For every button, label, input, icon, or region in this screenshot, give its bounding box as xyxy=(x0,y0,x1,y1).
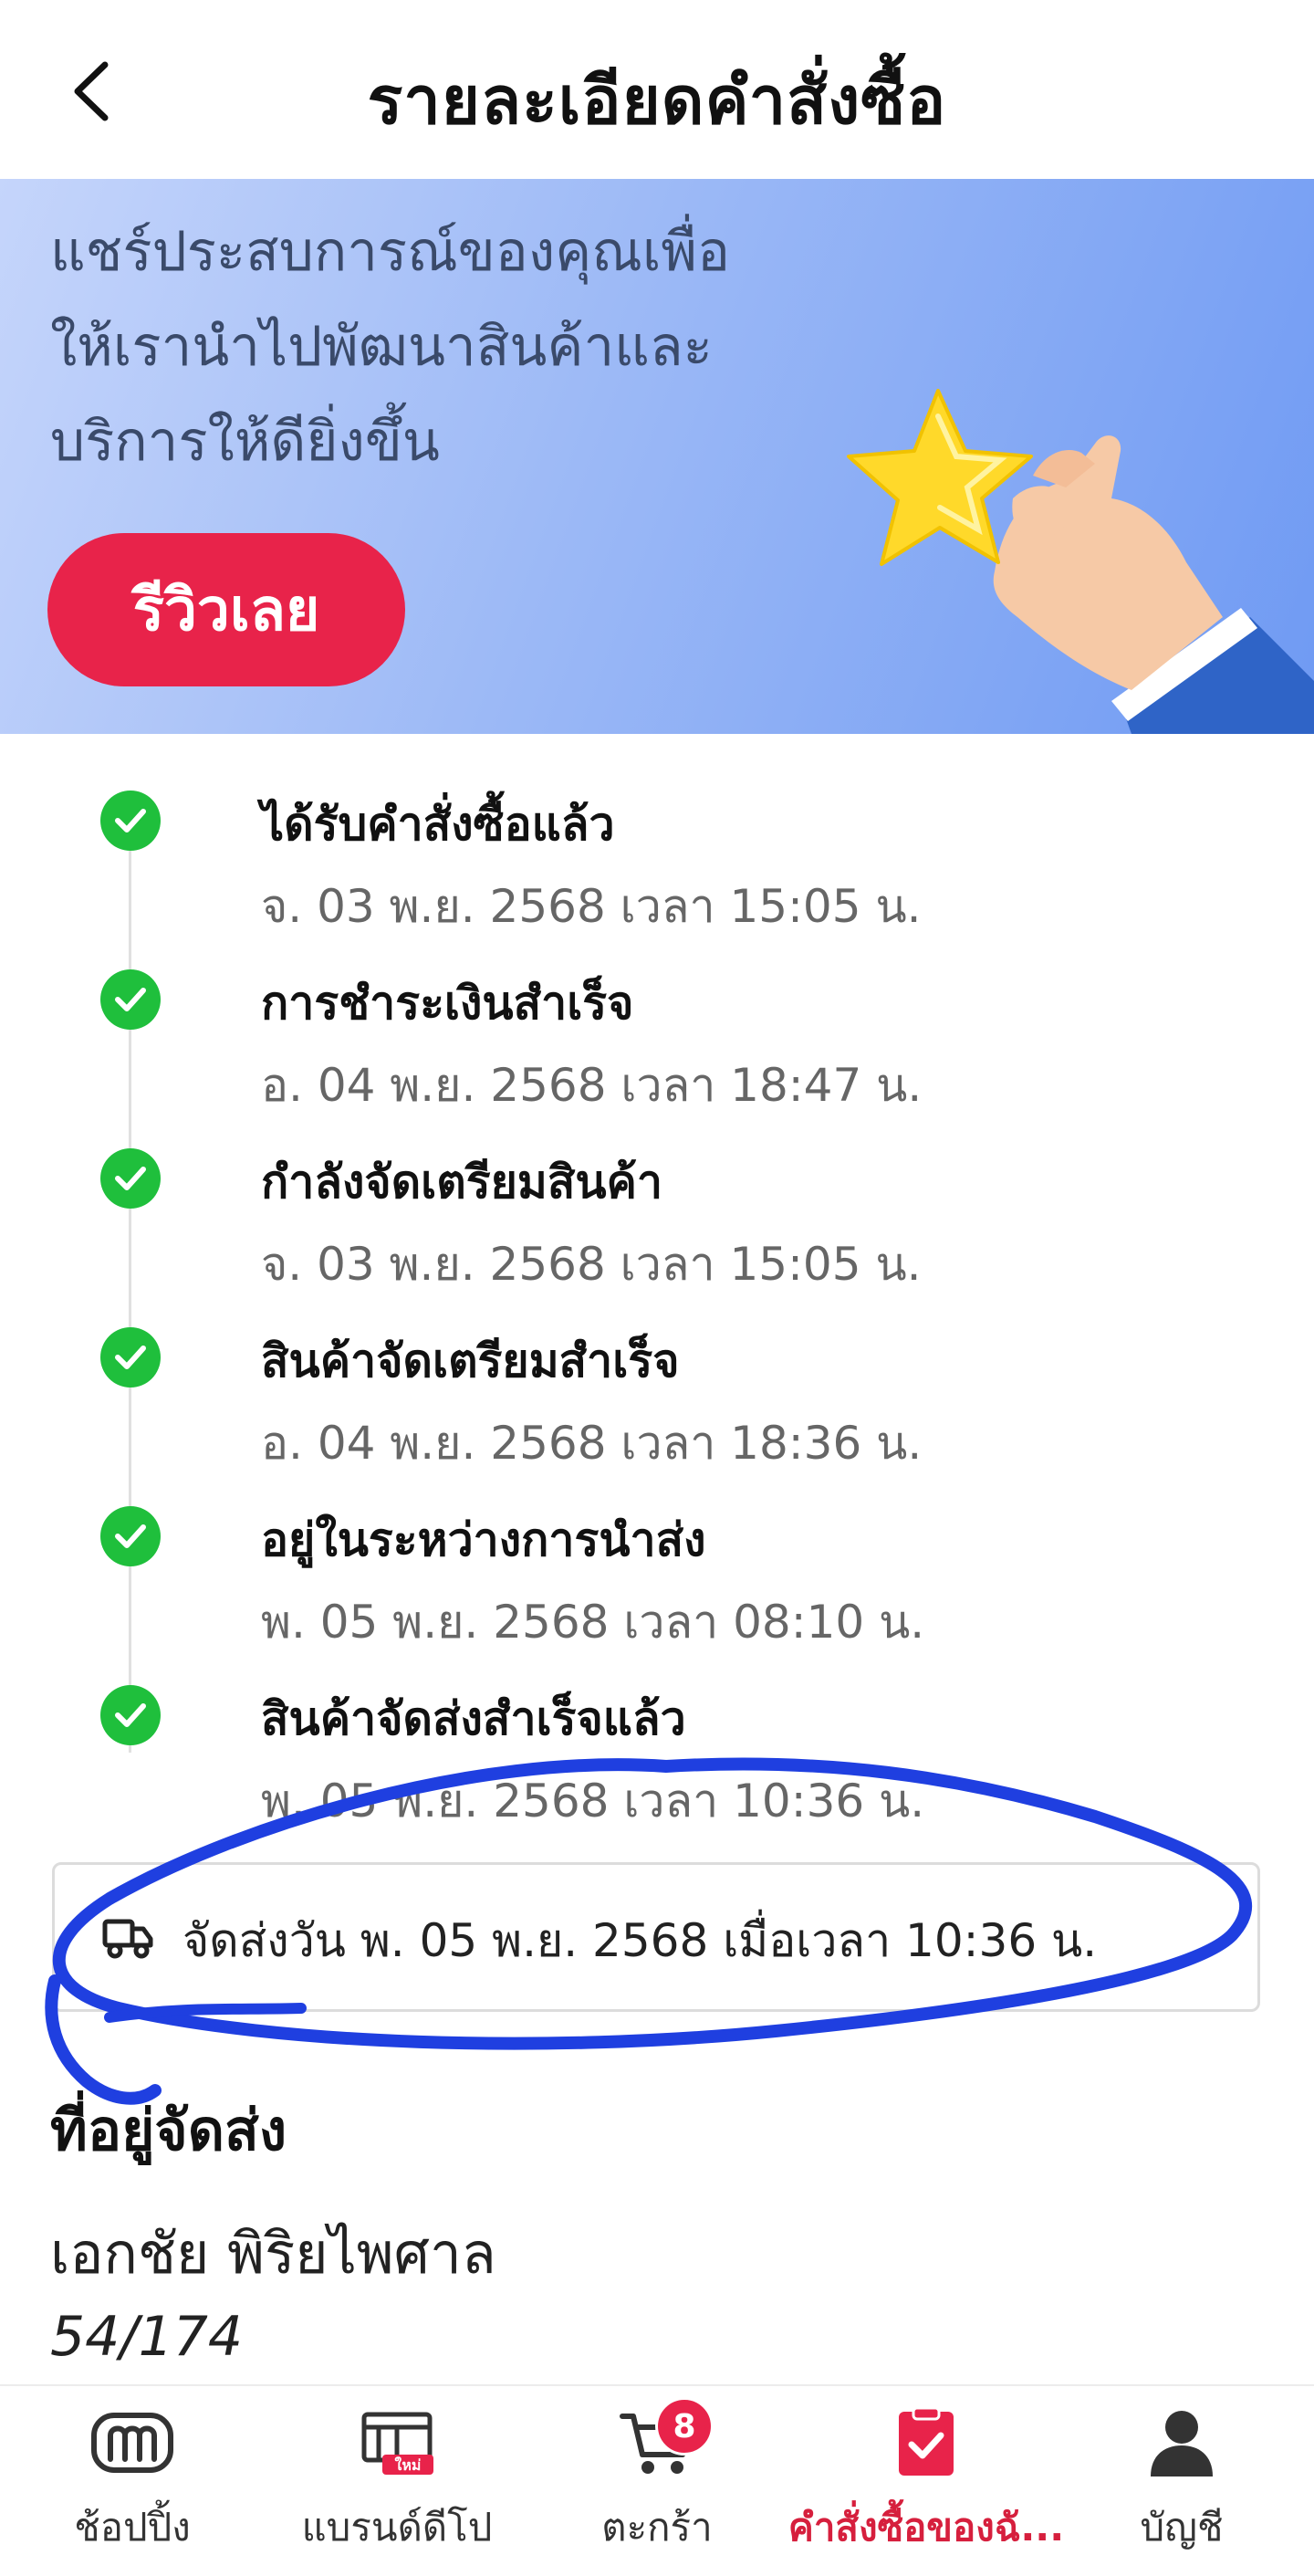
address-line: 54/174 xyxy=(50,2305,244,2369)
order-timeline: ได้รับคำสั่งซื้อแล้ว จ. 03 พ.ย. 2568 เวล… xyxy=(0,734,1314,1857)
step-title: อยู่ในระหว่างการนำส่ง xyxy=(261,1513,706,1566)
store-icon: ใหม่ xyxy=(353,2403,441,2483)
nav-brand-depot[interactable]: ใหม่ แบรนด์ดีโป xyxy=(292,2386,502,2576)
review-banner: แชร์ประสบการณ์ของคุณเพื่อ ให้เรานำไปพัฒน… xyxy=(0,179,1314,734)
nav-label: แบรนด์ดีโป xyxy=(301,2505,493,2550)
nav-account[interactable]: บัญชี xyxy=(1104,2386,1259,2576)
app-header: รายละเอียดคำสั่งซื้อ xyxy=(0,0,1314,179)
truck-icon xyxy=(102,1919,153,1959)
banner-line: บริการให้ดียิ่งขึ้น xyxy=(50,410,440,474)
timeline-step: การชำระเงินสำเร็จ อ. 04 พ.ย. 2568 เวลา 1… xyxy=(0,913,1314,1112)
nav-shopping[interactable]: ช้อปปิ้ง xyxy=(36,2386,228,2576)
nav-label: ช้อปปิ้ง xyxy=(74,2505,191,2550)
nav-label: ตะกร้า xyxy=(601,2505,713,2550)
step-title: การชำระเงินสำเร็จ xyxy=(261,977,634,1030)
step-title: สินค้าจัดเตรียมสำเร็จ xyxy=(261,1335,680,1387)
check-circle-icon xyxy=(100,1327,161,1387)
step-title: กำลังจัดเตรียมสินค้า xyxy=(261,1156,663,1209)
step-time: พ. 05 พ.ย. 2568 เวลา 10:36 น. xyxy=(261,1775,925,1827)
cart-count-badge: 8 xyxy=(655,2397,714,2456)
delivery-date-text: จัดส่งวัน พ. 05 พ.ย. 2568 เมื่อเวลา 10:3… xyxy=(182,1914,1098,1967)
check-circle-icon xyxy=(100,969,161,1030)
nav-my-orders[interactable]: คำสั่งซื้อของฉั... xyxy=(776,2386,1077,2576)
nav-label: บัญชี xyxy=(1140,2505,1224,2550)
user-icon xyxy=(1138,2403,1225,2483)
timeline-step: อยู่ในระหว่างการนำส่ง พ. 05 พ.ย. 2568 เว… xyxy=(0,1450,1314,1649)
nav-label: คำสั่งซื้อของฉั... xyxy=(787,2505,1065,2550)
nav-cart[interactable]: 8 ตะกร้า xyxy=(566,2386,748,2576)
banner-message: แชร์ประสบการณ์ของคุณเพื่อ ให้เรานำไปพัฒน… xyxy=(50,204,835,489)
page-title: รายละเอียดคำสั่งซื้อ xyxy=(367,62,947,139)
timeline-step: ได้รับคำสั่งซื้อแล้ว จ. 03 พ.ย. 2568 เวล… xyxy=(0,734,1314,933)
address-heading: ที่อยู่จัดส่ง xyxy=(50,2097,287,2163)
new-tag: ใหม่ xyxy=(395,2456,422,2474)
timeline-step: กำลังจัดเตรียมสินค้า จ. 03 พ.ย. 2568 เวล… xyxy=(0,1092,1314,1291)
delivery-info-box: จัดส่งวัน พ. 05 พ.ย. 2568 เมื่อเวลา 10:3… xyxy=(52,1862,1260,2012)
orders-icon xyxy=(882,2403,970,2483)
timeline-step: สินค้าจัดเตรียมสำเร็จ อ. 04 พ.ย. 2568 เว… xyxy=(0,1271,1314,1470)
timeline-step: สินค้าจัดส่งสำเร็จแล้ว พ. 05 พ.ย. 2568 เ… xyxy=(0,1628,1314,1827)
review-now-button[interactable]: รีวิวเลย xyxy=(47,533,405,686)
check-circle-icon xyxy=(100,791,161,851)
check-circle-icon xyxy=(100,1506,161,1566)
m-logo-icon xyxy=(89,2403,176,2483)
bottom-navigation: ช้อปปิ้ง ใหม่ แบรนด์ดีโป 8 ตะกร้า คำสั่ง… xyxy=(0,2384,1314,2576)
step-title: ได้รับคำสั่งซื้อแล้ว xyxy=(261,798,615,851)
hand-holding-star-illustration xyxy=(847,389,1314,734)
step-title: สินค้าจัดส่งสำเร็จแล้ว xyxy=(261,1692,686,1745)
banner-line: แชร์ประสบการณ์ของคุณเพื่อ xyxy=(50,220,731,284)
check-circle-icon xyxy=(100,1148,161,1209)
check-circle-icon xyxy=(100,1685,161,1745)
cart-icon: 8 xyxy=(613,2397,714,2483)
recipient-name: เอกชัย พิริยไพศาล xyxy=(50,2220,496,2287)
banner-line: ให้เรานำไปพัฒนาสินค้าและ xyxy=(50,315,713,379)
